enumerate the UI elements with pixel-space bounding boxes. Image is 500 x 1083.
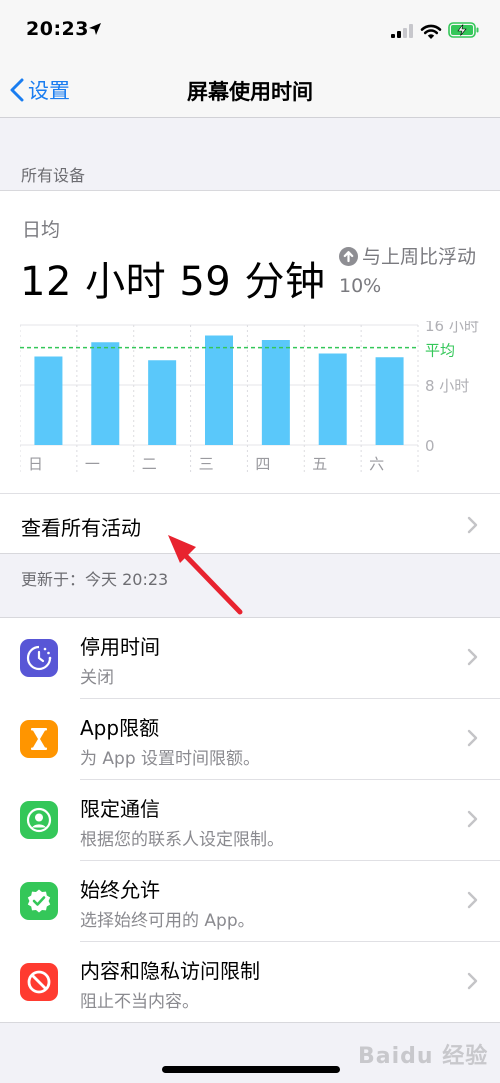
status-time: 20:23 — [26, 18, 89, 40]
chevron-right-icon — [467, 729, 478, 747]
list-item-subtitle: 关闭 — [80, 668, 114, 688]
annotation-arrow — [168, 535, 243, 615]
weekly-comparison-text: 与上周比浮动10% — [339, 246, 477, 297]
chart-bar — [318, 353, 347, 445]
y-tick-label: 8 小时 — [425, 377, 469, 395]
weekly-comparison: 与上周比浮动10% — [339, 243, 489, 301]
list-item-app-limits[interactable]: App限额 为 App 设置时间限额。 — [0, 699, 500, 780]
list-item-title: App限额 — [80, 716, 160, 740]
list-item-subtitle: 根据您的联系人设定限制。 — [80, 830, 284, 850]
view-all-activity-label: 查看所有活动 — [21, 516, 141, 540]
list-item-title: 始终允许 — [80, 878, 160, 902]
list-item-title: 内容和隐私访问限制 — [80, 959, 260, 983]
chart-bar — [205, 335, 233, 445]
usage-summary-card: 日均 12 小时 59 分钟 与上周比浮动10% 日 一 二 三 四 五 六 平均 16 小时 8… — [0, 190, 500, 554]
list-item-subtitle: 阻止不当内容。 — [80, 992, 199, 1012]
chart-bar — [34, 356, 63, 445]
settings-list: 停用时间 关闭 App限额 为 App 设置时间限额。 限定通信 根据您的联系人… — [0, 617, 500, 1023]
updated-timestamp: 更新于：今天 20:23 — [21, 570, 169, 589]
navigation-bar: 设置 屏幕使用时间 — [0, 62, 500, 118]
chevron-right-icon — [467, 891, 478, 909]
chevron-right-icon — [467, 810, 478, 828]
location-arrow-icon — [89, 23, 101, 35]
chevron-right-icon — [467, 648, 478, 666]
watermark: Baidu 经验 — [358, 1044, 489, 1069]
contact-icon — [20, 801, 58, 839]
average-label: 平均 — [425, 342, 455, 360]
chart-bar — [148, 360, 177, 445]
battery-charging-icon — [448, 22, 479, 38]
view-all-activity-button[interactable]: 查看所有活动 — [0, 493, 500, 555]
chart-bar — [375, 357, 404, 445]
x-tick-label: 三 — [199, 455, 214, 473]
chevron-right-icon — [467, 516, 478, 534]
check-badge-icon — [20, 882, 58, 920]
home-indicator — [162, 1066, 340, 1073]
page-title: 屏幕使用时间 — [187, 80, 313, 104]
x-tick-label: 六 — [369, 455, 384, 473]
x-tick-label: 五 — [312, 455, 327, 473]
x-tick-label: 日 — [28, 455, 43, 473]
x-tick-label: 四 — [255, 455, 270, 473]
usage-bar-chart: 日 一 二 三 四 五 六 平均 16 小时 8 小时 0 — [20, 321, 479, 473]
list-item-communication-limits[interactable]: 限定通信 根据您的联系人设定限制。 — [0, 780, 500, 861]
cellular-signal-icon — [391, 24, 413, 38]
arrow-up-circle-icon — [339, 247, 358, 266]
list-item-title: 停用时间 — [80, 635, 160, 659]
list-item-subtitle: 为 App 设置时间限额。 — [80, 749, 261, 769]
list-item-title: 限定通信 — [80, 797, 160, 821]
downtime-icon — [20, 639, 58, 677]
wifi-icon — [420, 24, 442, 39]
hourglass-icon — [20, 720, 58, 758]
x-tick-label: 一 — [85, 455, 100, 473]
section-header: 所有设备 — [21, 166, 86, 185]
block-icon — [20, 963, 58, 1001]
daily-average-value: 12 小时 59 分钟 — [20, 259, 326, 305]
list-item-content-privacy[interactable]: 内容和隐私访问限制 阻止不当内容。 — [0, 942, 500, 1023]
chart-bar — [91, 342, 120, 445]
chart-bar — [261, 340, 290, 445]
x-tick-label: 二 — [142, 455, 157, 473]
list-item-always-allowed[interactable]: 始终允许 选择始终可用的 App。 — [0, 861, 500, 942]
chevron-right-icon — [467, 972, 478, 990]
status-bar: 20:23 — [0, 0, 500, 62]
y-tick-label: 16 小时 — [425, 321, 479, 335]
list-item-subtitle: 选择始终可用的 App。 — [80, 911, 255, 931]
list-item-downtime[interactable]: 停用时间 关闭 — [0, 618, 500, 699]
daily-average-label: 日均 — [22, 219, 61, 241]
y-tick-label: 0 — [425, 437, 435, 455]
